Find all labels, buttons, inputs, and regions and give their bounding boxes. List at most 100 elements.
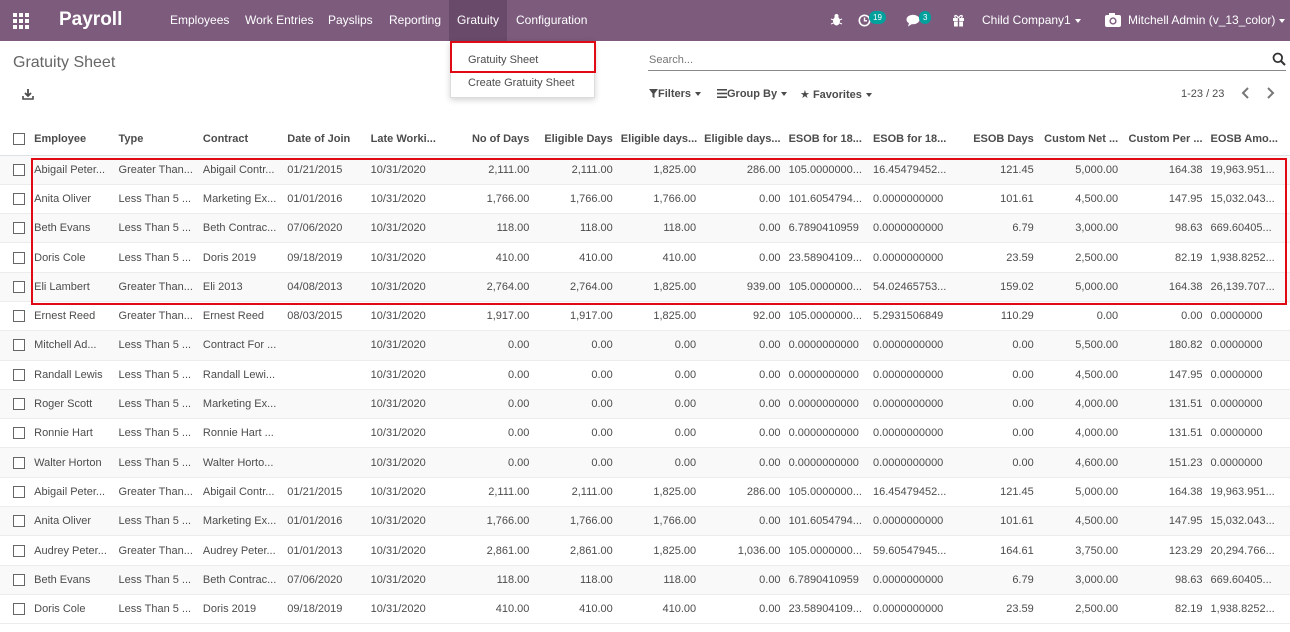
table-cell: 15,032.043... [1206, 506, 1290, 537]
column-header[interactable]: Contract [198, 124, 284, 156]
table-cell: 82.19 [1122, 594, 1207, 625]
column-header[interactable]: Date of Join [283, 124, 367, 156]
column-header[interactable]: Custom Net ... [1037, 124, 1123, 156]
app-brand[interactable]: Payroll [59, 9, 122, 31]
table-cell: 0.00 [533, 447, 617, 478]
table-cell: 0.0000000000 [784, 418, 869, 449]
table-row[interactable]: Walter Horton Less Than 5 ... Walter Horto… [0, 447, 1290, 478]
menu-payslips[interactable]: Payslips [328, 0, 373, 41]
table-cell: 10/31/2020 [366, 535, 451, 566]
row-checkbox[interactable] [13, 573, 25, 586]
table-cell: 0.00 [533, 389, 617, 420]
row-checkbox-cell [0, 184, 31, 215]
search-input[interactable] [648, 50, 1258, 70]
table-cell: 180.82 [1122, 330, 1207, 361]
table-cell: 2,500.00 [1037, 594, 1123, 625]
group-by-icon [717, 89, 727, 98]
menu-gratuity[interactable]: Gratuity [449, 0, 508, 41]
table-cell: 10/31/2020 [366, 506, 451, 537]
table-cell: 0.00 [533, 330, 617, 361]
apps-menu-icon[interactable] [13, 13, 29, 29]
menu-employees[interactable]: Employees [170, 0, 229, 41]
favorites-button[interactable]: ★ Favorites [800, 88, 872, 101]
row-checkbox[interactable] [13, 222, 25, 235]
table-row[interactable]: Ronnie Hart Less Than 5 ... Ronnie Hart ..… [0, 418, 1290, 449]
download-icon[interactable] [22, 88, 34, 100]
table-cell: 0.0000000 [1206, 418, 1290, 449]
row-checkbox[interactable] [13, 280, 25, 293]
menu-reporting[interactable]: Reporting [389, 0, 441, 41]
highlight-box-menu [450, 41, 596, 73]
table-cell: 2,111.00 [533, 477, 617, 508]
column-header[interactable]: Employee [30, 124, 115, 156]
row-checkbox[interactable] [13, 368, 25, 381]
filters-button[interactable]: Filters [649, 88, 702, 100]
messages-count-badge: 3 [919, 11, 932, 24]
company-switcher[interactable]: Child Company1 [982, 0, 1081, 41]
column-header[interactable]: ESOB Days [953, 124, 1038, 156]
column-header[interactable]: Eligible days... [616, 124, 701, 156]
table-row[interactable]: Audrey Peter... Greater Than... Audrey Pet… [0, 535, 1290, 566]
row-checkbox-cell [0, 242, 31, 273]
table-cell: 0.0000000000 [868, 565, 954, 595]
pager-value[interactable]: 1-23 / 23 [1181, 88, 1224, 100]
gift-icon[interactable] [952, 13, 965, 27]
table-cell: 10/31/2020 [366, 477, 451, 508]
table-row[interactable]: Roger Scott Less Than 5 ... Marketing Ex..… [0, 389, 1290, 420]
table-cell: 10/31/2020 [366, 594, 451, 625]
select-all-checkbox[interactable] [13, 133, 25, 146]
activity-count-badge: 19 [869, 11, 886, 24]
table-cell: Marketing Ex... [198, 506, 284, 537]
chevron-right-icon[interactable] [1263, 86, 1277, 100]
menu-item-create-gratuity-sheet[interactable]: Create Gratuity Sheet [468, 77, 574, 89]
row-checkbox[interactable] [13, 515, 25, 528]
column-header[interactable]: Eligible days... [700, 124, 785, 156]
table-row[interactable]: Doris Cole Less Than 5 ... Doris 2019 09/18… [0, 594, 1290, 625]
row-checkbox[interactable] [13, 310, 25, 323]
column-header[interactable]: Custom Per ... [1122, 124, 1207, 156]
row-checkbox[interactable] [13, 192, 25, 205]
column-header[interactable]: Late Worki... [366, 124, 451, 156]
table-cell: 10/31/2020 [366, 418, 451, 449]
column-header[interactable]: EOSB Amo... [1206, 124, 1290, 156]
search-bar [648, 50, 1286, 71]
row-checkbox[interactable] [13, 544, 25, 557]
column-header[interactable]: Type [114, 124, 199, 156]
row-checkbox[interactable] [13, 251, 25, 264]
menu-work-entries[interactable]: Work Entries [245, 0, 313, 41]
table-row[interactable]: Randall Lewis Less Than 5 ... Randall Lewi… [0, 360, 1290, 390]
row-checkbox[interactable] [13, 427, 25, 440]
row-checkbox[interactable] [13, 398, 25, 411]
table-cell: 10/31/2020 [366, 447, 451, 478]
column-header[interactable]: Eligible Days [533, 124, 617, 156]
table-cell: 20,294.766... [1206, 535, 1290, 566]
table-cell: 0.00 [533, 418, 617, 449]
table-row[interactable]: Abigail Peter... Greater Than... Abigail C… [0, 477, 1290, 508]
table-cell: 147.95 [1122, 506, 1207, 537]
messages-icon[interactable] [906, 14, 920, 27]
table-row[interactable]: Anita Oliver Less Than 5 ... Marketing Ex.… [0, 506, 1290, 537]
user-avatar-icon[interactable] [1104, 12, 1122, 28]
table-row[interactable]: Beth Evans Less Than 5 ... Beth Contrac...… [0, 565, 1290, 595]
search-icon[interactable] [1272, 52, 1286, 66]
group-by-button[interactable]: Group By [717, 88, 788, 100]
row-checkbox[interactable] [13, 485, 25, 498]
menu-configuration[interactable]: Configuration [516, 0, 587, 41]
column-header[interactable]: No of Days [450, 124, 534, 156]
column-header[interactable]: ESOB for 18... [784, 124, 869, 156]
bug-icon[interactable] [830, 13, 843, 27]
table-cell: 1,766.00 [616, 506, 701, 537]
table-cell: 0.0000000000 [868, 330, 954, 361]
row-checkbox[interactable] [13, 603, 25, 616]
row-checkbox[interactable] [13, 456, 25, 469]
row-checkbox[interactable] [13, 339, 25, 352]
table-row[interactable]: Ernest Reed Greater Than... Ernest Reed 08/… [0, 301, 1290, 332]
row-checkbox[interactable] [13, 163, 25, 176]
user-menu[interactable]: Mitchell Admin (v_13_color) [1128, 0, 1286, 41]
table-cell: Randall Lewis [30, 360, 115, 390]
row-checkbox-cell [0, 535, 31, 566]
column-header[interactable]: ESOB for 18... [868, 124, 954, 156]
chevron-left-icon[interactable] [1239, 86, 1253, 100]
table-row[interactable]: Mitchell Ad... Less Than 5 ... Contract Fo… [0, 330, 1290, 361]
chevron-down-icon [1279, 18, 1286, 23]
